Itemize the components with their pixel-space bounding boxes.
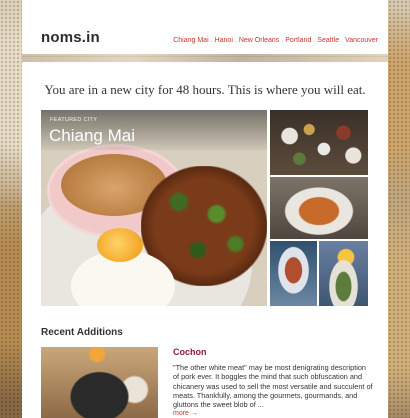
- more-link[interactable]: more →: [173, 410, 198, 417]
- site-header: noms.in Chiang Mai. Hanoi. New Orleans. Por…: [22, 0, 388, 57]
- nav-separator: .: [210, 37, 213, 44]
- egg-yolk: [97, 228, 143, 262]
- featured-city-name[interactable]: Chiang Mai: [49, 126, 135, 146]
- featured-city-photo[interactable]: FEATURED CITY Chiang Mai: [41, 110, 267, 306]
- nav-item-portland[interactable]: Portland: [285, 37, 311, 44]
- thumbnail-bowl-blue[interactable]: [270, 241, 317, 306]
- nav-item-chiang-mai[interactable]: Chiang Mai: [173, 37, 208, 44]
- nav-separator: .: [341, 37, 344, 44]
- recent-item-photo[interactable]: [41, 347, 158, 418]
- tagline: You are in a new city for 48 hours. This…: [44, 82, 366, 97]
- page-container: noms.in Chiang Mai. Hanoi. New Orleans. Por…: [22, 0, 388, 418]
- nav-item-hanoi[interactable]: Hanoi: [215, 37, 233, 44]
- city-nav: Chiang Mai. Hanoi. New Orleans. Portland. Se…: [173, 37, 378, 44]
- nav-separator: .: [281, 37, 284, 44]
- header-photo-strip: [22, 54, 388, 62]
- site-logo[interactable]: noms.in: [41, 29, 100, 46]
- recent-item-excerpt: "The other white meat" may be most denig…: [173, 363, 373, 410]
- thumbnail-noodle-plate[interactable]: [270, 177, 368, 239]
- nav-separator: .: [234, 37, 237, 44]
- thumbnail-greens-bowl[interactable]: [319, 241, 368, 306]
- thumbnail-dishes-spread[interactable]: [270, 110, 368, 175]
- featured-label: FEATURED CITY: [50, 117, 98, 123]
- recent-item-title[interactable]: Cochon: [173, 347, 207, 357]
- nav-item-new-orleans[interactable]: New Orleans: [239, 37, 279, 44]
- nav-item-vancouver[interactable]: Vancouver: [345, 37, 378, 44]
- nav-item-seattle[interactable]: Seattle: [317, 37, 339, 44]
- nav-separator: .: [313, 37, 316, 44]
- recent-additions-heading: Recent Additions: [41, 327, 123, 338]
